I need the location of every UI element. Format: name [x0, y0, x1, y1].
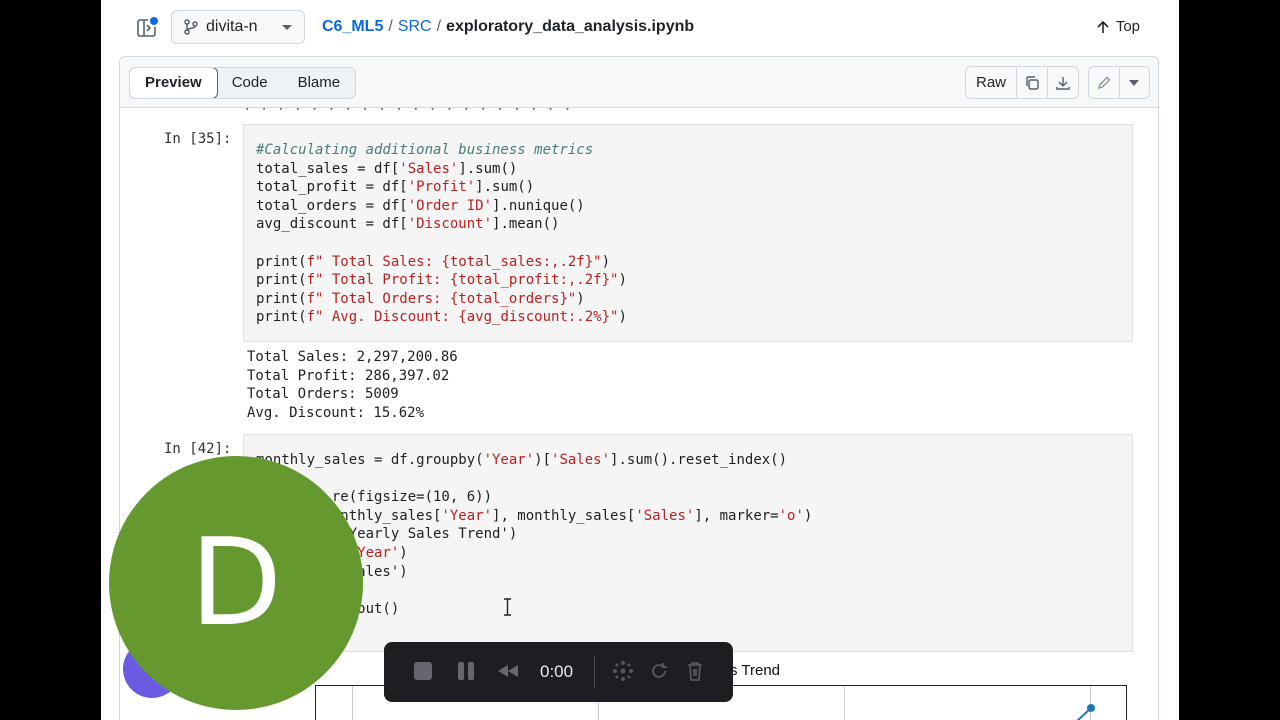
code-line: Total Orders: 5009 — [247, 386, 399, 403]
breadcrumb-file-name: exploratory_data_analysis.ipynb — [446, 18, 695, 35]
text-cursor-icon — [504, 598, 511, 616]
file-header: divita-n C6_ML5/SRC / exploratory_data_ana… — [101, 0, 1179, 56]
breadcrumb-folder-link[interactable]: SRC — [398, 18, 432, 35]
arrow-up-icon — [1097, 20, 1109, 33]
delete-recording-button[interactable] — [684, 660, 706, 687]
code-cell-42[interactable]: monthly_sales = df.groupby('Year')['Sale… — [243, 434, 1133, 652]
copy-button[interactable] — [1016, 67, 1047, 98]
scroll-top-label: Top — [1115, 18, 1140, 35]
edit-button[interactable] — [1089, 67, 1119, 98]
code-line: monthly_sales = df.groupby('Year')['Sale… — [256, 452, 788, 468]
cell-output: Total Sales: 2,297,200.86 Total Profit: … — [247, 348, 458, 422]
code-line: print(f" Total Sales: {total_sales:,.2f}… — [256, 253, 611, 270]
code-line: total_profit = df['Profit'].sum() — [256, 179, 535, 196]
view-mode-tabs: Preview Code Blame — [129, 67, 357, 99]
notification-dot — [148, 15, 160, 27]
branch-selector[interactable]: divita-n — [171, 10, 305, 44]
file-actions: Raw — [964, 66, 1079, 99]
pause-icon — [458, 662, 474, 680]
raw-button[interactable]: Raw — [966, 67, 1016, 98]
cell-prompt: In [35]: — [164, 131, 232, 147]
breadcrumb: C6_ML5/SRC / exploratory_data_analysis.ipy… — [322, 18, 694, 36]
effects-button[interactable] — [612, 660, 634, 687]
screen-recorder-bar: 0:00 — [384, 642, 733, 702]
code-cell-source: #Calculating additional business metrics… — [256, 141, 627, 327]
restart-button[interactable] — [648, 660, 670, 687]
edit-actions — [1088, 66, 1150, 99]
download-icon — [1056, 76, 1070, 90]
code-line: total_sales = df['Sales'].sum() — [256, 160, 518, 177]
rewind-icon — [498, 665, 518, 677]
code-line: #Calculating additional business metrics — [256, 142, 594, 158]
sidebar-toggle-button[interactable] — [136, 15, 160, 39]
stop-record-button[interactable] — [412, 660, 434, 687]
scroll-top-button[interactable]: Top — [1096, 18, 1140, 35]
edit-menu-button[interactable] — [1118, 67, 1150, 98]
avatar: D — [109, 456, 363, 710]
chevron-down-icon — [1129, 79, 1140, 86]
recording-timer: 0:00 — [540, 662, 574, 681]
tab-preview[interactable]: Preview — [130, 68, 218, 98]
code-line: Total Sales: 2,297,200.86 — [247, 349, 458, 365]
pause-button[interactable] — [456, 660, 476, 687]
code-line: print(f" Total Profit: {total_profit:,.2… — [256, 272, 627, 289]
recorder-divider — [594, 656, 595, 688]
restart-icon — [652, 663, 667, 678]
copy-icon — [1026, 75, 1039, 90]
tab-code[interactable]: Code — [217, 68, 283, 98]
code-line: total_orders = df['Order ID'].nunique() — [256, 197, 585, 214]
tab-blame[interactable]: Blame — [283, 68, 356, 98]
pencil-icon — [1097, 76, 1111, 89]
code-cell-35[interactable]: #Calculating additional business metrics… — [243, 124, 1133, 342]
stop-icon — [414, 662, 432, 680]
branch-name: divita-n — [206, 18, 258, 35]
sparkle-grid-icon — [613, 661, 633, 681]
chevron-down-icon — [282, 24, 292, 30]
code-line: Avg. Discount: 15.62% — [247, 404, 425, 421]
code-line: Total Profit: 286,397.02 — [247, 367, 450, 384]
download-button[interactable] — [1047, 67, 1078, 98]
trash-icon — [688, 662, 702, 681]
code-line: print(f" Avg. Discount: {avg_discount:.2… — [256, 309, 627, 326]
rewind-button[interactable] — [496, 663, 520, 684]
code-line: avg_discount = df['Discount'].mean() — [256, 216, 560, 233]
plot-title: s Trend — [730, 662, 781, 679]
code-line: print(f" Total Orders: {total_orders}") — [256, 290, 585, 307]
cell-prompt: In [42]: — [164, 441, 232, 457]
breadcrumb-repo-link[interactable]: C6_ML5 — [322, 18, 383, 35]
breadcrumb-separator: / — [388, 18, 393, 35]
git-branch-icon — [184, 19, 198, 35]
breadcrumb-separator: / — [436, 18, 442, 35]
previous-output-fragment: . . . . . . . . . . . . . . . . . . . . — [243, 98, 572, 114]
